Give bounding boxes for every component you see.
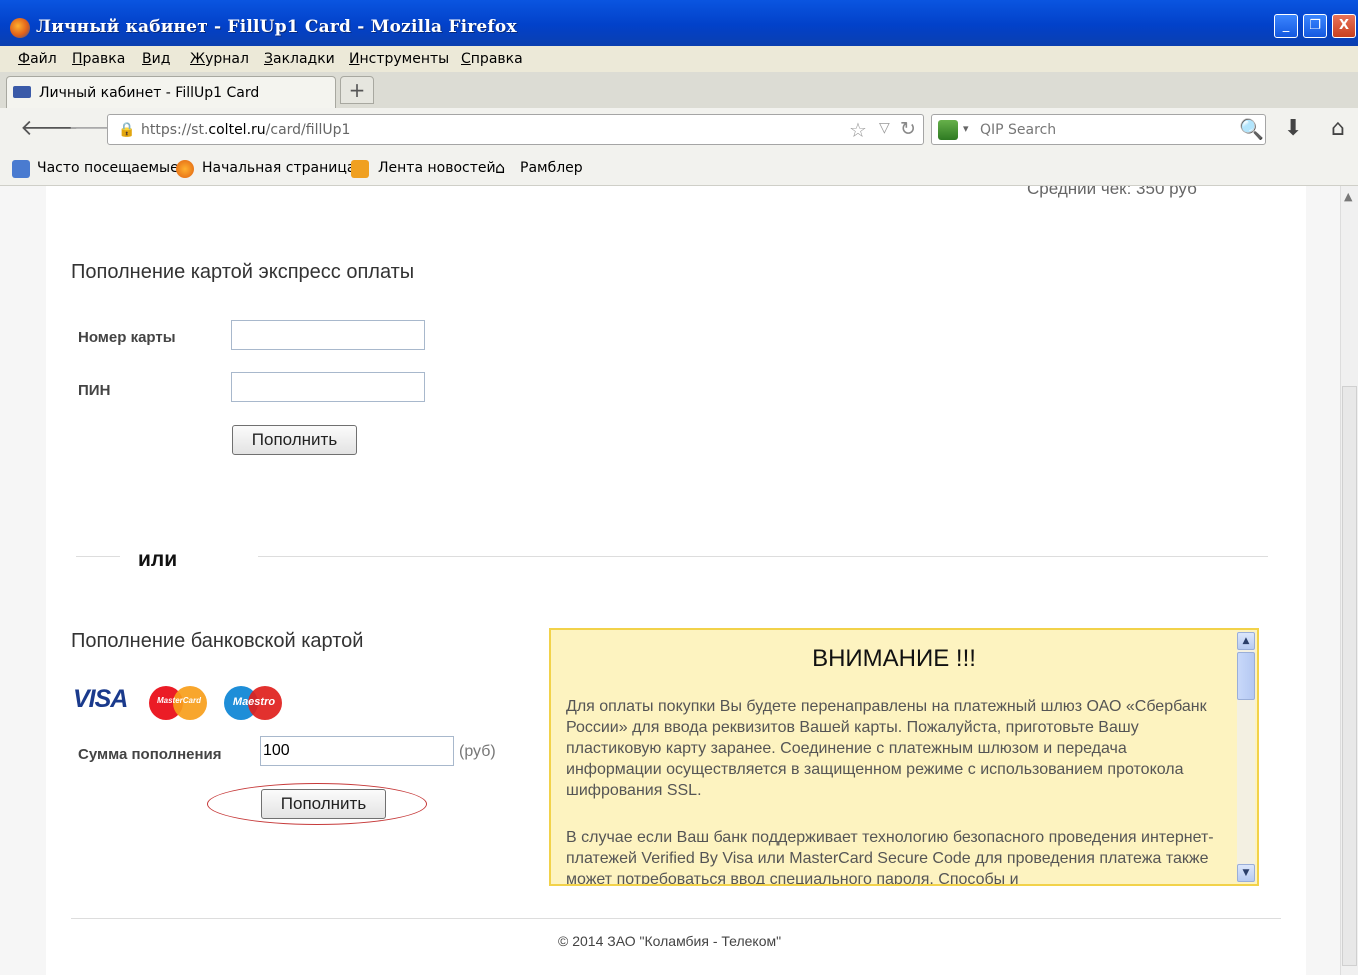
or-divider-left — [76, 556, 120, 557]
page-viewport: Средний чек: 350 руб Пополнение картой э… — [0, 186, 1340, 975]
menu-file[interactable]: Файл — [18, 51, 57, 67]
amount-label: Сумма пополнения — [78, 746, 222, 763]
pin-input[interactable] — [231, 372, 425, 402]
search-placeholder: QIP Search — [980, 122, 1057, 138]
mastercard-logo: MasterCard — [149, 686, 209, 720]
mastercard-text: MasterCard — [156, 696, 201, 705]
warning-text: Для оплаты покупки Вы будете перенаправл… — [566, 696, 1221, 886]
most-visited-icon — [12, 160, 30, 178]
bookmark-start-page[interactable]: Начальная страница — [202, 160, 355, 176]
warning-paragraph-2: В случае если Ваш банк поддерживает техн… — [566, 829, 1214, 886]
home-icon[interactable]: ⌂ — [1331, 118, 1345, 140]
download-icon[interactable]: ⬇ — [1284, 118, 1302, 140]
or-label: или — [138, 548, 178, 571]
bank-submit-button[interactable]: Пополнить — [261, 789, 386, 819]
page-scrollbar[interactable]: ▲ — [1340, 186, 1358, 975]
express-heading: Пополнение картой экспресс оплаты — [71, 261, 415, 283]
search-bar[interactable]: ▾ QIP Search 🔍 — [931, 114, 1266, 145]
navigation-bar: 🡐 🡒 🔒 https://st.coltel.ru/card/fillUp1 … — [0, 108, 1358, 153]
firefox-icon — [10, 18, 30, 38]
url-text: https://st.coltel.ru/card/fillUp1 — [141, 122, 351, 138]
or-divider-right — [258, 556, 1268, 557]
pin-label: ПИН — [78, 382, 111, 399]
address-bar[interactable]: 🔒 https://st.coltel.ru/card/fillUp1 ☆ ▽ … — [107, 114, 924, 145]
engine-dropdown-icon[interactable]: ▾ — [963, 122, 969, 135]
menu-tools[interactable]: Инструменты — [349, 51, 449, 67]
bookmark-most-visited[interactable]: Часто посещаемые — [37, 160, 179, 176]
close-button[interactable]: X — [1332, 14, 1356, 38]
tab-label: Личный кабинет - FillUp1 Card — [39, 85, 260, 101]
maestro-text: Maestro — [232, 696, 276, 708]
magnifier-icon[interactable]: 🔍 — [1239, 117, 1264, 141]
footer-divider — [71, 918, 1281, 919]
menu-bar: Файл Правка Вид Журнал Закладки Инструме… — [0, 46, 1358, 72]
tab-active[interactable]: Личный кабинет - FillUp1 Card — [6, 76, 336, 108]
warning-paragraph-1: Для оплаты покупки Вы будете перенаправл… — [566, 698, 1207, 799]
warning-title: ВНИМАНИЕ !!! — [812, 645, 976, 672]
bank-card-heading: Пополнение банковской картой — [71, 630, 364, 652]
warning-box: ВНИМАНИЕ !!! Для оплаты покупки Вы будет… — [549, 628, 1259, 886]
warning-scrollbar[interactable]: ▲ ▼ — [1237, 632, 1255, 882]
history-dropdown-icon[interactable]: ▽ — [879, 120, 890, 136]
page-scroll-thumb[interactable] — [1342, 386, 1357, 966]
page-scroll-up-icon[interactable]: ▲ — [1344, 190, 1352, 203]
house-icon: ⌂ — [495, 158, 506, 177]
maximize-button[interactable]: ❐ — [1303, 14, 1327, 38]
menu-view[interactable]: Вид — [142, 51, 170, 67]
maestro-logo: Maestro — [224, 686, 284, 720]
firefox-start-icon — [176, 160, 194, 178]
menu-history[interactable]: Журнал — [190, 51, 249, 67]
visa-logo: VISA — [73, 685, 128, 713]
bookmarks-bar: Часто посещаемые Начальная страница Лент… — [0, 152, 1358, 186]
bookmark-rambler[interactable]: Рамблер — [520, 160, 583, 176]
menu-bookmarks[interactable]: Закладки — [264, 51, 335, 67]
footer-copyright: © 2014 ЗАО "Коламбия - Телеком" — [558, 933, 782, 949]
search-engine-icon[interactable] — [938, 120, 958, 140]
lock-icon: 🔒 — [118, 122, 136, 138]
tab-strip: Личный кабинет - FillUp1 Card — [0, 72, 1358, 109]
page-content: Средний чек: 350 руб Пополнение картой э… — [46, 186, 1306, 975]
menu-edit[interactable]: Правка — [72, 51, 125, 67]
new-tab-button[interactable]: + — [340, 76, 374, 104]
warning-scroll-thumb[interactable] — [1237, 652, 1255, 700]
average-check-text: Средний чек: 350 руб — [1027, 186, 1197, 198]
card-number-input[interactable] — [231, 320, 425, 350]
window-titlebar: Личный кабинет - FillUp1 Card - Mozilla … — [0, 0, 1358, 46]
minimize-button[interactable]: _ — [1274, 14, 1298, 38]
reload-icon[interactable]: ↻ — [900, 118, 916, 140]
currency-label: (руб) — [459, 743, 496, 760]
window-title: Личный кабинет - FillUp1 Card - Mozilla … — [36, 17, 517, 37]
bookmark-news-feed[interactable]: Лента новостей — [378, 160, 496, 176]
site-favicon-icon — [13, 86, 31, 98]
amount-input[interactable] — [260, 736, 454, 766]
express-submit-button[interactable]: Пополнить — [232, 425, 357, 455]
card-number-label: Номер карты — [78, 329, 176, 346]
menu-help[interactable]: Справка — [461, 51, 523, 67]
scroll-down-icon[interactable]: ▼ — [1237, 864, 1255, 882]
rss-feed-icon — [351, 160, 369, 178]
bookmark-star-icon[interactable]: ☆ — [849, 118, 867, 142]
scroll-up-icon[interactable]: ▲ — [1237, 632, 1255, 650]
